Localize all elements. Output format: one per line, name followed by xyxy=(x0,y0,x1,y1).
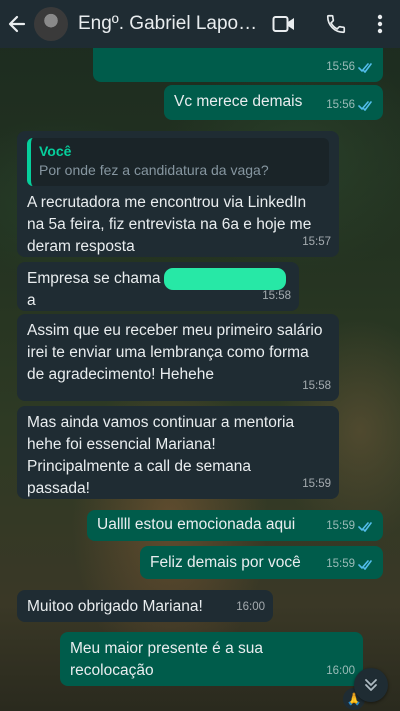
message-meta: 15:59 xyxy=(326,515,375,537)
outgoing-message[interactable]: Feliz demais por você 15:59 xyxy=(140,546,383,579)
scroll-to-bottom-button[interactable] xyxy=(354,668,388,702)
back-button[interactable] xyxy=(0,0,34,48)
more-options-button[interactable] xyxy=(362,0,398,48)
message-meta: 15:59 xyxy=(302,473,331,495)
message-meta: 15:56 xyxy=(326,94,375,116)
message-meta: 15:58 xyxy=(262,285,291,307)
message-time: 15:56 xyxy=(326,99,355,111)
outgoing-message[interactable]: Uallll estou emocionada aqui 15:59 xyxy=(87,510,383,541)
double-check-read-icon xyxy=(358,521,372,532)
double-check-read-icon xyxy=(358,559,372,570)
phone-icon xyxy=(326,14,346,34)
kebab-menu-icon xyxy=(377,14,383,34)
message-text: Feliz demais por você xyxy=(150,554,301,571)
double-chevron-down-icon xyxy=(365,679,377,691)
message-time: 15:58 xyxy=(262,290,291,302)
message-time: 15:56 xyxy=(326,61,355,73)
chat-header: Engº. Gabriel Laporti... xyxy=(0,0,400,48)
message-text: Meu maior presente é a sua recolocação xyxy=(70,640,263,679)
double-check-read-icon xyxy=(358,100,372,111)
contact-name[interactable]: Engº. Gabriel Laporti... xyxy=(78,13,258,35)
message-text: Uallll estou emocionada aqui xyxy=(97,516,296,533)
message-time: 16:00 xyxy=(326,665,355,677)
video-camera-icon xyxy=(272,16,294,32)
message-meta: 16:00 xyxy=(326,660,355,682)
message-text: A recrutadora me encontrou via LinkedIn … xyxy=(27,194,312,255)
outgoing-message[interactable]: Vc merece demais 15:56 xyxy=(164,85,383,120)
message-text: Vc merece demais xyxy=(174,93,303,110)
message-meta: 15:57 xyxy=(302,231,331,253)
message-text: Mas ainda vamos continuar a mentoria heh… xyxy=(27,414,295,497)
message-time: 16:00 xyxy=(236,601,265,613)
message-list[interactable]: 15:56 Vc merece demais 15:56 Você Por on… xyxy=(0,34,400,711)
message-time: 15:58 xyxy=(302,380,331,392)
message-time: 15:59 xyxy=(326,558,355,570)
arrow-left-icon xyxy=(8,15,26,33)
incoming-message[interactable]: Empresa se chama a 15:58 xyxy=(17,262,299,311)
message-text: Assim que eu receber meu primeiro salári… xyxy=(27,322,323,383)
message-time: 15:59 xyxy=(326,520,355,532)
quote-author: Você xyxy=(39,143,72,159)
voice-call-button[interactable] xyxy=(310,0,362,48)
double-check-read-icon xyxy=(358,62,372,73)
message-text: Muitoo obrigado Mariana! xyxy=(27,598,203,615)
outgoing-message[interactable]: Meu maior presente é a sua recolocação 1… xyxy=(60,632,363,686)
incoming-message[interactable]: Você Por onde fez a candidatura da vaga?… xyxy=(17,131,339,257)
message-text-tail: a xyxy=(27,292,36,310)
contact-avatar[interactable] xyxy=(34,7,68,41)
message-meta: 15:59 xyxy=(326,553,375,575)
incoming-message[interactable]: Assim que eu receber meu primeiro salári… xyxy=(17,314,339,401)
incoming-message[interactable]: Muitoo obrigado Mariana! 16:00 xyxy=(17,590,273,622)
message-time: 15:59 xyxy=(302,478,331,490)
message-time: 15:57 xyxy=(302,236,331,248)
message-meta: 15:56 xyxy=(326,56,375,78)
message-meta: 15:58 xyxy=(302,375,331,397)
message-text: Empresa se chama xyxy=(27,270,161,288)
quoted-message[interactable]: Você Por onde fez a candidatura da vaga? xyxy=(27,138,329,186)
quote-text: Por onde fez a candidatura da vaga? xyxy=(39,162,269,178)
video-call-button[interactable] xyxy=(258,0,310,48)
message-meta: 16:00 xyxy=(236,596,265,618)
incoming-message[interactable]: Mas ainda vamos continuar a mentoria heh… xyxy=(17,406,339,499)
